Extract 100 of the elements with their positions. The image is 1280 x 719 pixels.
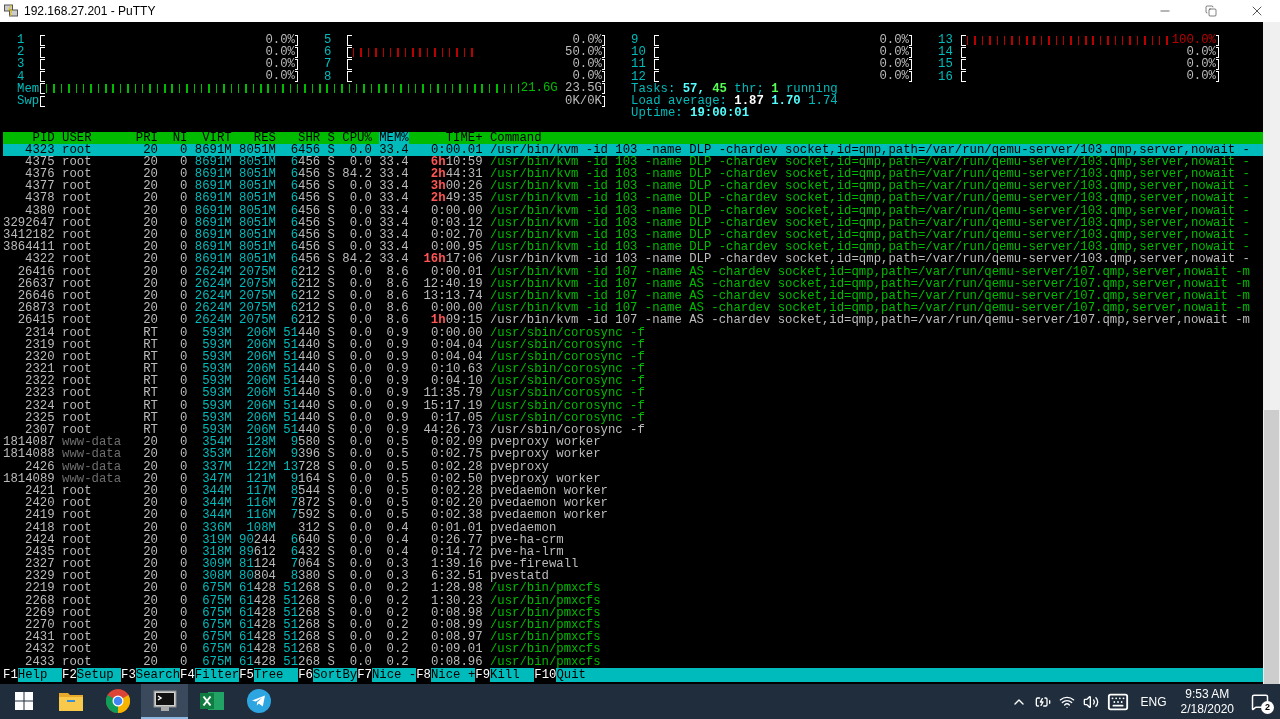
process-row[interactable]: 4380 root 20 0 8691M 8051M 6456 S 0.0 33.4 0:00.00 /usr/bin/kvm -id 103 -name DLP -chardev socket,id=qmp,path=/var/run/qemu-server/103.qmp,server,nowait -: [3, 204, 1263, 217]
process-row[interactable]: 4377 root 20 0 8691M 8051M 6456 S 0.0 33.4 3h00:26 /usr/bin/kvm -id 103 -name DLP -chardev socket,id=qmp,path=/var/run/qemu-server/103.qmp,server,nowait -: [3, 180, 1263, 193]
time-cell-text: 2h49:35: [429, 192, 483, 205]
virt-cell-text: 593M: [201, 387, 232, 400]
process-row[interactable]: 2325 root RT 0 593M 206M 51440 S 0.0 0.9 0:17.05 /usr/sbin/corosync -f: [3, 411, 1263, 424]
process-row[interactable]: 26637 root 20 0 2624M 2075M 6212 S 0.0 8.6 12:40.19 /usr/bin/kvm -id 107 -name AS -chardev socket,id=qmp,path=/var/run/qemu-server/107.qmp,server,nowait -m: [3, 277, 1263, 290]
virt-cell: 8691M: [194, 143, 232, 156]
res-cell: 8051M: [239, 241, 276, 254]
meter-label: 12: [631, 70, 646, 83]
column-header[interactable]: NI: [165, 131, 188, 144]
command-cell-text: pvedaemon: [489, 521, 557, 534]
virt-cell-text: 675M: [201, 606, 232, 619]
res-cell-text: 122M: [245, 460, 276, 473]
column-header[interactable]: RES: [239, 131, 276, 144]
res-cell-text: 206M: [245, 350, 276, 364]
process-row[interactable]: 2329 root 20 0 308M 80804 8380 S 0.0 0.3 6:32.51 pvestatd: [3, 570, 1263, 583]
command-cell-text: pvedaemon worker: [489, 497, 609, 510]
process-row[interactable]: 2418 root 20 0 336M 108M 312 S 0.0 0.4 0:01.01 pvedaemon: [3, 521, 1263, 534]
ni-cell-text: 0: [179, 204, 188, 217]
meter-reading: 23.5G: [565, 82, 602, 95]
scrollbar[interactable]: [1263, 22, 1280, 684]
process-row[interactable]: 2320 root RT 0 593M 206M 51440 S 0.0 0.9 0:04.04 /usr/sbin/corosync -f: [3, 350, 1263, 364]
user-cell-text: root: [62, 338, 93, 351]
process-row[interactable]: 2435 root 20 0 318M 89612 6432 S 0.0 0.4 0:14.72 pve-ha-lrm: [3, 545, 1263, 559]
pri-cell-text: 20: [142, 582, 158, 595]
taskbar-button[interactable]: [141, 684, 188, 719]
process-row[interactable]: 2322 root RT 0 593M 206M 51440 S 0.0 0.9 0:04.10 /usr/sbin/corosync -f: [3, 375, 1263, 388]
process-row[interactable]: 2431 root 20 0 675M 61428 51268 S 0.0 0.2 0:08.97 /usr/bin/pmxcfs: [3, 631, 1263, 644]
pri-cell-text: 20: [142, 155, 158, 169]
column-header[interactable]: USER: [62, 131, 129, 144]
clock-time[interactable]: 9:53 AM: [1185, 686, 1230, 702]
notification-badge: 2: [1261, 701, 1274, 714]
column-header[interactable]: SHR: [283, 131, 321, 144]
process-row[interactable]: 26416 root 20 0 2624M 2075M 6212 S 0.0 8.6 0:00.01 /usr/bin/kvm -id 107 -name AS -chardev socket,id=qmp,path=/var/run/qemu-server/107.qmp,server,nowait -m: [3, 265, 1263, 278]
process-row[interactable]: 3412182 root 20 0 8691M 8051M 6456 S 0.0 33.4 0:02.70 /usr/bin/kvm -id 103 -name DLP -chardev socket,id=qmp,path=/var/run/qemu-server/103.qmp,server,nowait -: [3, 229, 1263, 242]
process-row[interactable]: 3864411 root 20 0 8691M 8051M 6456 S 0.0 33.4 0:00.95 /usr/bin/kvm -id 103 -name DLP -chardev socket,id=qmp,path=/var/run/qemu-server/103.qmp,server,nowait -: [3, 241, 1263, 254]
user-cell-text: root: [62, 643, 93, 656]
pri-cell-text: 20: [142, 314, 158, 327]
language-indicator[interactable]: ENG: [1140, 692, 1167, 711]
mem-cell-text: 0.9: [385, 411, 409, 424]
process-row[interactable]: 2219 root 20 0 675M 61428 51268 S 0.0 0.2 1:28.98 /usr/bin/pmxcfs: [3, 582, 1263, 595]
cpu-cell-text: 0.0: [348, 472, 372, 485]
process-row[interactable]: 2327 root 20 0 309M 81124 7064 S 0.0 0.3 1:39.16 pve-firewall: [3, 558, 1263, 571]
process-row[interactable]: 2314 root RT 0 593M 206M 51440 S 0.0 0.9 0:00.00 /usr/sbin/corosync -f: [3, 326, 1263, 339]
process-row[interactable]: 2419 root 20 0 344M 116M 7592 S 0.0 0.5 0:02.38 pvedaemon worker: [3, 509, 1263, 522]
meter-label: Mem: [17, 82, 40, 95]
process-row[interactable]: 2426 www-data 20 0 337M 122M 13728 S 0.0 0.5 0:02.28 pveproxy: [3, 460, 1263, 473]
speaker-icon[interactable]: [1082, 693, 1099, 710]
clock-date[interactable]: 2/18/2020: [1180, 701, 1234, 717]
column-header[interactable]: CPU%: [342, 131, 372, 144]
process-row[interactable]: 4375 root 20 0 8691M 8051M 6456 S 0.0 33.4 6h10:59 /usr/bin/kvm -id 103 -name DLP -chardev socket,id=qmp,path=/var/run/qemu-server/103.qmp,server,nowait -: [3, 155, 1263, 169]
pid-cell: 3292647: [3, 216, 55, 229]
pid-cell-text: 26646: [16, 289, 55, 303]
column-header[interactable]: PRI: [135, 131, 158, 144]
pid-cell-text: 2319: [24, 338, 55, 351]
column-header[interactable]: MEM%: [379, 131, 409, 144]
notifications-icon[interactable]: [1251, 692, 1269, 711]
meter-reading: 0.0%: [1186, 57, 1216, 71]
process-row[interactable]: 2268 root 20 0 675M 61428 51268 S 0.0 0.2 1:30.23 /usr/bin/pmxcfs: [3, 594, 1263, 607]
cpu-cell-text: 0.0: [348, 326, 372, 339]
column-header[interactable]: PID: [3, 131, 55, 144]
meter-reading: 0.0%: [879, 70, 909, 83]
scrollbar-thumb[interactable]: [1264, 410, 1279, 684]
column-header[interactable]: VIRT: [194, 131, 232, 144]
shr-cell-text: 6212: [289, 289, 321, 303]
process-row[interactable]: 1814089 www-data 20 0 347M 121M 9164 S 0.0 0.5 0:02.50 pveproxy worker: [3, 472, 1263, 485]
process-row[interactable]: 1814088 www-data 20 0 353M 126M 9396 S 0.0 0.5 0:02.75 pveproxy worker: [3, 448, 1263, 461]
process-row[interactable]: 2270 root 20 0 675M 61428 51268 S 0.0 0.2 0:08.99 /usr/bin/pmxcfs: [3, 619, 1263, 632]
process-row[interactable]: 26646 root 20 0 2624M 2075M 6212 S 0.0 8.6 13:13.74 /usr/bin/kvm -id 107 -name AS -chardev socket,id=qmp,path=/var/run/qemu-server/107.qmp,server,nowait -m: [3, 289, 1263, 303]
command-cell-text: /usr/bin/pmxcfs: [489, 606, 602, 619]
process-row[interactable]: 2433 root 20 0 675M 61428 51268 S 0.0 0.2 0:08.96 /usr/bin/pmxcfs: [3, 655, 1263, 668]
process-row[interactable]: 2323 root RT 0 593M 206M 51440 S 0.0 0.9 11:35.79 /usr/sbin/corosync -f: [3, 387, 1263, 400]
column-header[interactable]: Command: [489, 131, 1263, 144]
pid-cell: 3864411: [3, 241, 55, 254]
process-row[interactable]: 2307 root RT 0 593M 206M 51440 S 0.0 0.9 44:26.73 /usr/sbin/corosync -f: [3, 424, 1263, 437]
state-cell: S: [327, 570, 335, 583]
process-row[interactable]: 4322 root 20 0 8691M 8051M 6456 S 84.2 33.4 16h17:06 /usr/bin/kvm -id 103 -name DLP -chardev socket,id=qmp,path=/var/run/qemu-server/103.qmp,server,nowait -: [3, 253, 1263, 266]
pid-cell-text: 4380: [25, 204, 55, 217]
time-cell-text: 0:08.98: [429, 606, 483, 619]
process-row[interactable]: 26873 root 20 0 2624M 2075M 6212 S 0.0 8.6 0:00.00 /usr/bin/kvm -id 107 -name AS -chardev socket,id=qmp,path=/var/run/qemu-server/107.qmp,server,nowait -m: [3, 302, 1263, 315]
pri-cell-text: 20: [142, 168, 158, 181]
process-row[interactable]: 3292647 root 20 0 8691M 8051M 6456 S 0.0 33.4 0:03.12 /usr/bin/kvm -id 103 -name DLP -chardev socket,id=qmp,path=/var/run/qemu-server/103.qmp,server,nowait -: [3, 216, 1263, 229]
res-cell: 61428: [239, 643, 276, 656]
shr-cell: 51268: [283, 594, 321, 607]
process-row[interactable]: 4376 root 20 0 8691M 8051M 6456 S 84.2 33.4 2h44:31 /usr/bin/kvm -id 103 -name DLP -chardev socket,id=qmp,path=/var/run/qemu-server/103.qmp,server,nowait -: [3, 168, 1263, 181]
process-row[interactable]: 1814087 www-data 20 0 354M 128M 9580 S 0.0 0.5 0:02.09 pveproxy worker: [3, 436, 1263, 449]
column-header[interactable]: TIME+: [416, 131, 483, 144]
process-row[interactable]: 2324 root RT 0 593M 206M 51440 S 0.0 0.9 15:17.19 /usr/sbin/corosync -f: [3, 399, 1263, 412]
user-cell-text: root: [62, 192, 93, 205]
process-row[interactable]: 2269 root 20 0 675M 61428 51268 S 0.0 0.2 0:08.98 /usr/bin/pmxcfs: [3, 606, 1263, 619]
column-header[interactable]: S: [327, 131, 335, 144]
process-row[interactable]: 2420 root 20 0 344M 116M 7872 S 0.0 0.5 0:02.20 pvedaemon worker: [3, 497, 1263, 510]
process-row[interactable]: 26415 root 20 0 2624M 2075M 6212 S 0.0 8.6 1h09:15 /usr/bin/kvm -id 107 -name AS -chardev socket,id=qmp,path=/var/run/qemu-server/107.qmp,server,nowait -m: [3, 314, 1263, 327]
process-row[interactable]: 2321 root RT 0 593M 206M 51440 S 0.0 0.9 0:10.63 /usr/sbin/corosync -f: [3, 363, 1263, 376]
process-row[interactable]: 2432 root 20 0 675M 61428 51268 S 0.0 0.2 0:09.01 /usr/bin/pmxcfs: [3, 643, 1263, 656]
process-row[interactable]: 2319 root RT 0 593M 206M 51440 S 0.0 0.9 0:04.04 /usr/sbin/corosync -f: [3, 338, 1263, 351]
process-row[interactable]: 2421 root 20 0 344M 117M 8544 S 0.0 0.5 0:02.28 pvedaemon worker: [3, 484, 1263, 498]
process-row[interactable]: 4378 root 20 0 8691M 8051M 6456 S 0.0 33.4 2h49:35 /usr/bin/kvm -id 103 -name DLP -chardev socket,id=qmp,path=/var/run/qemu-server/103.qmp,server,nowait -: [3, 192, 1263, 205]
process-row[interactable]: 2424 root 20 0 319M 90244 6640 S 0.0 0.4 0:26.77 pve-ha-crm: [3, 533, 1263, 546]
pri-cell-text: RT: [142, 411, 158, 424]
